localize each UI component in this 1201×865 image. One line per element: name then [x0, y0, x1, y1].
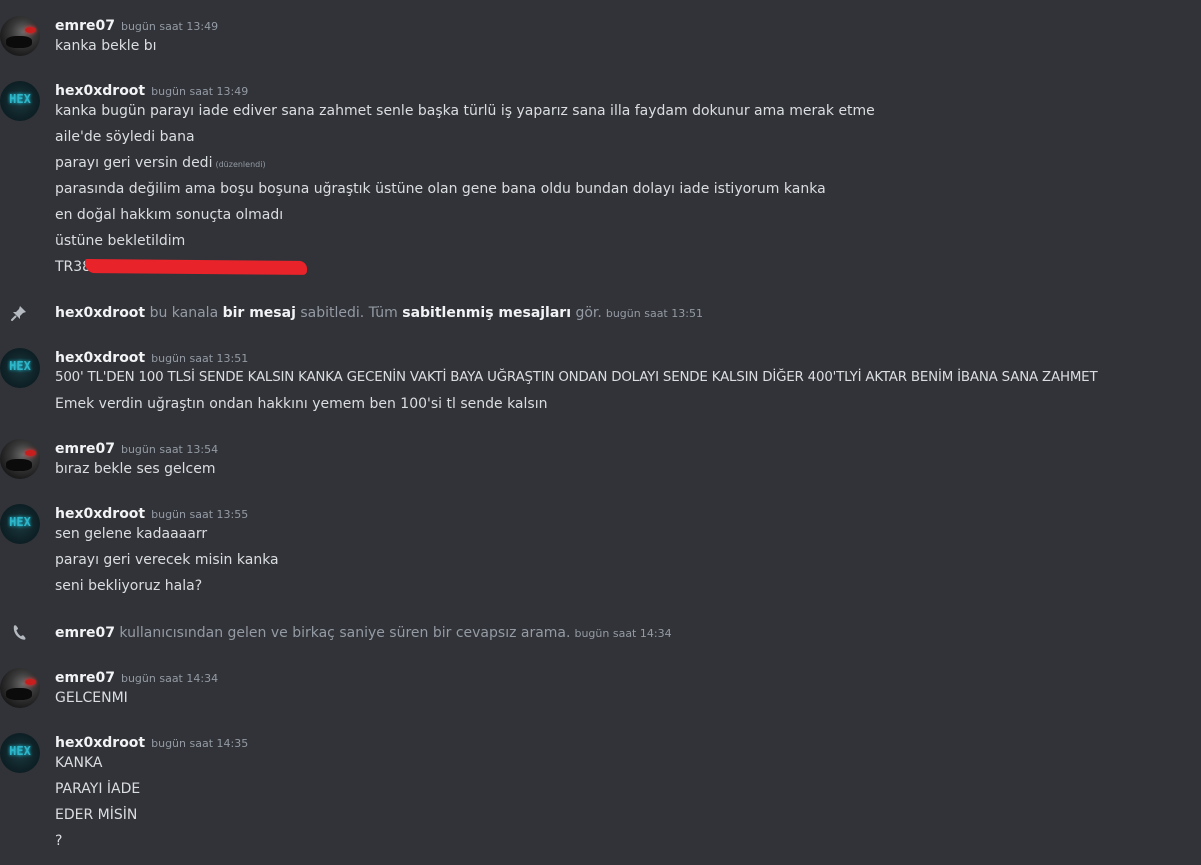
- avatar-hex-label: HEX: [9, 92, 31, 106]
- avatar-hex0xdroot[interactable]: HEX: [0, 348, 40, 388]
- username[interactable]: hex0xdroot: [55, 83, 145, 99]
- message-text-iban: TR38: [55, 257, 375, 277]
- missed-call-notice: emre07 kullanıcısından gelen ve birkaç s…: [0, 622, 1201, 644]
- avatar-hex-label: HEX: [9, 744, 31, 758]
- chat-messages-area: emre07 bugün saat 13:49 kanka bekle bı HE…: [0, 0, 1201, 865]
- timestamp[interactable]: bugün saat 13:54: [121, 443, 218, 456]
- avatar-hex0xdroot[interactable]: HEX: [0, 81, 40, 121]
- username[interactable]: emre07: [55, 18, 115, 34]
- pinned-messages-link[interactable]: sabitlenmiş mesajları: [402, 305, 571, 321]
- redaction-mark: [84, 259, 308, 275]
- message-text: seni bekliyoruz hala?: [55, 578, 203, 594]
- call-notice-user[interactable]: emre07: [55, 625, 115, 641]
- pin-notice-text: sabitledi. Tüm: [300, 305, 398, 321]
- message-text: kanka bekle bı: [55, 38, 157, 54]
- message-text: parayı geri versin dedi: [55, 155, 213, 171]
- message-text: en doğal hakkım sonuçta olmadı: [55, 207, 284, 223]
- message-text-edited: parayı geri versin dedi (düzenlendi): [55, 153, 266, 175]
- message-text: PARAYI İADE: [55, 781, 141, 797]
- timestamp[interactable]: bugün saat 13:51: [606, 307, 703, 320]
- timestamp[interactable]: bugün saat 13:49: [121, 20, 218, 33]
- message-text: sen gelene kadaaaarr: [55, 526, 208, 542]
- message-text: kanka bugün parayı iade ediver sana zahm…: [55, 103, 875, 119]
- pin-notice-user[interactable]: hex0xdroot: [55, 305, 145, 321]
- avatar-hex0xdroot[interactable]: HEX: [0, 733, 40, 773]
- message-text: ?: [55, 833, 63, 849]
- message-text: EDER MİSİN: [55, 807, 138, 823]
- username[interactable]: hex0xdroot: [55, 506, 145, 522]
- username[interactable]: emre07: [55, 670, 115, 686]
- pin-notice: hex0xdroot bu kanala bir mesaj sabitledi…: [0, 302, 1201, 324]
- username[interactable]: hex0xdroot: [55, 350, 145, 366]
- timestamp[interactable]: bugün saat 14:35: [151, 737, 248, 750]
- pin-notice-text: bu kanala: [149, 305, 219, 321]
- username[interactable]: emre07: [55, 441, 115, 457]
- message-text: GELCENMI: [55, 690, 128, 706]
- avatar-hex-label: HEX: [9, 515, 31, 529]
- message-text: KANKA: [55, 755, 103, 771]
- message-text: bıraz bekle ses gelcem: [55, 461, 216, 477]
- avatar-emre07[interactable]: [0, 439, 40, 479]
- phone-icon: [10, 624, 28, 642]
- message-text: parasında değilim ama boşu boşuna uğraşt…: [55, 181, 826, 197]
- message-text: aile'de söyledi bana: [55, 129, 195, 145]
- timestamp[interactable]: bugün saat 13:51: [151, 352, 248, 365]
- edited-label: (düzenlendi): [215, 160, 266, 169]
- avatar-emre07[interactable]: [0, 16, 40, 56]
- message-text: üstüne bekletildim: [55, 233, 186, 249]
- pin-icon: [10, 304, 28, 322]
- timestamp[interactable]: bugün saat 13:55: [151, 508, 248, 521]
- message-text: Emek verdin uğraştın ondan hakkını yemem…: [55, 396, 548, 412]
- avatar-hex0xdroot[interactable]: HEX: [0, 504, 40, 544]
- timestamp[interactable]: bugün saat 14:34: [574, 627, 671, 640]
- avatar-hex-label: HEX: [9, 359, 31, 373]
- timestamp[interactable]: bugün saat 14:34: [121, 672, 218, 685]
- message-text: 500' TL'DEN 100 TLSİ SENDE KALSIN KANKA …: [55, 370, 1098, 385]
- pin-notice-text: gör.: [575, 305, 602, 321]
- pinned-message-link[interactable]: bir mesaj: [223, 305, 296, 321]
- call-notice-text: kullanıcısından gelen ve birkaç saniye s…: [119, 625, 571, 641]
- message-text: parayı geri verecek misin kanka: [55, 552, 279, 568]
- username[interactable]: hex0xdroot: [55, 735, 145, 751]
- avatar-emre07[interactable]: [0, 668, 40, 708]
- timestamp[interactable]: bugün saat 13:49: [151, 85, 248, 98]
